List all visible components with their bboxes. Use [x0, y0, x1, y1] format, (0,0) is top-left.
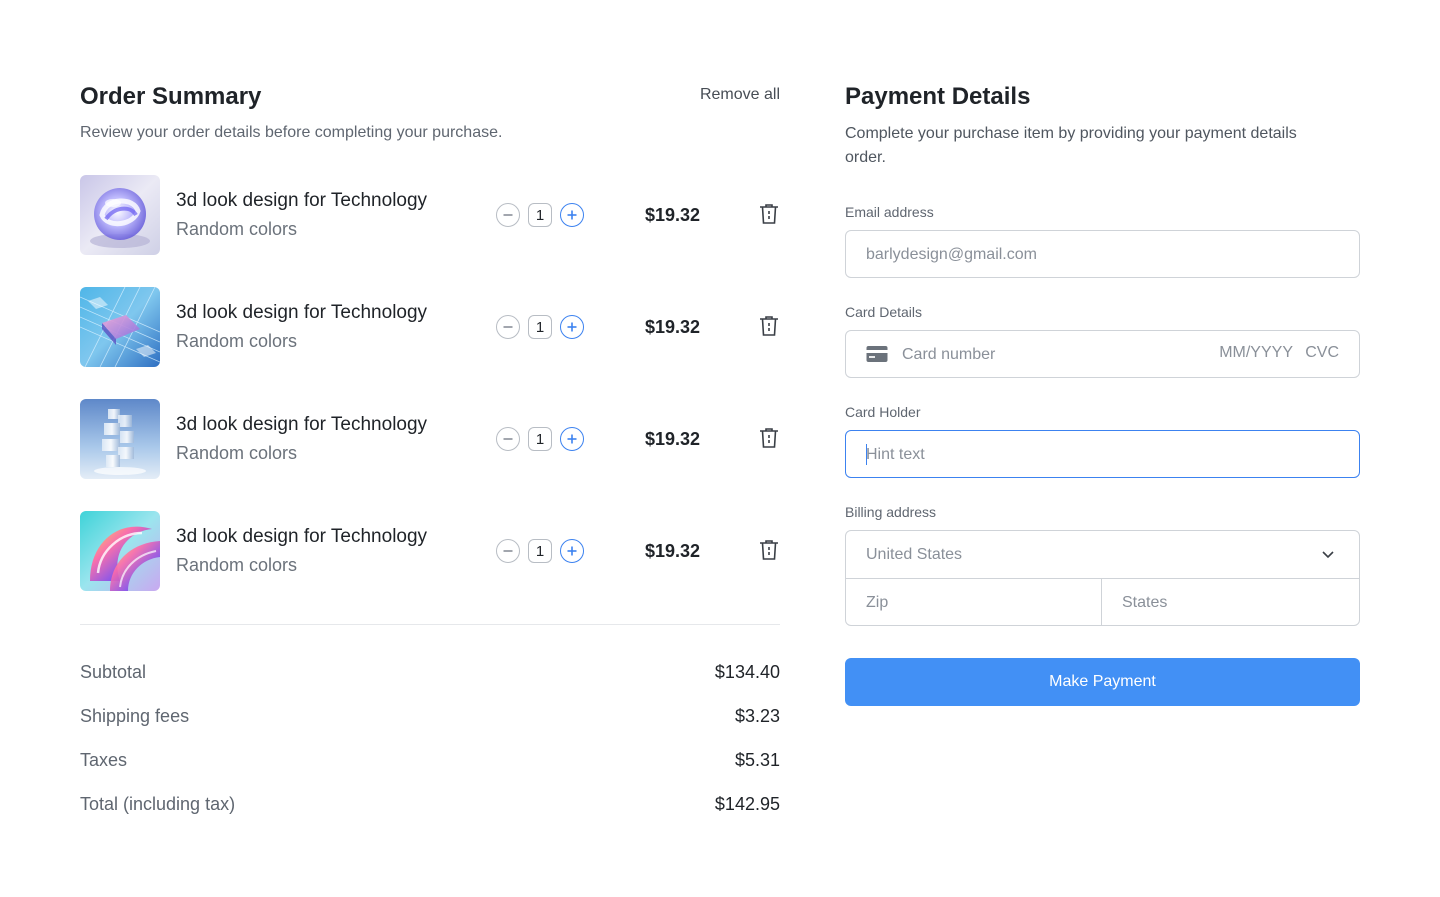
taxes-value: $5.31	[734, 750, 780, 770]
plus-icon	[567, 322, 577, 332]
states-placeholder: States	[1122, 594, 1168, 611]
taxes-label: Taxes	[80, 750, 128, 770]
billing-address-label: Billing address	[845, 504, 937, 520]
email-field[interactable]: barlydesign@gmail.com	[845, 230, 1360, 278]
minus-icon	[503, 438, 513, 440]
item-variant: Random colors	[176, 219, 298, 239]
plus-icon	[567, 210, 577, 220]
minus-icon	[503, 550, 513, 552]
order-totals: Subtotal $134.40 Shipping fees $3.23 Tax…	[80, 656, 780, 832]
card-number-placeholder[interactable]: Card number	[902, 344, 995, 366]
zip-placeholder: Zip	[866, 594, 889, 611]
quantity-stepper: 1	[496, 539, 584, 563]
cart-item: 3d look design for Technology Random col…	[80, 399, 780, 479]
country-value: United States	[866, 546, 963, 563]
remove-item-button[interactable]	[757, 203, 781, 227]
chevron-down-icon	[1322, 551, 1334, 559]
remove-all-button[interactable]: Remove all	[700, 86, 780, 104]
quantity-stepper: 1	[496, 427, 584, 451]
subtotal-row: Subtotal $134.40	[80, 656, 780, 700]
decrease-quantity-button[interactable]	[496, 315, 520, 339]
item-variant: Random colors	[176, 331, 298, 351]
minus-icon	[503, 326, 513, 328]
minus-icon	[503, 214, 513, 216]
item-name: 3d look design for Technology	[176, 302, 428, 323]
increase-quantity-button[interactable]	[560, 539, 584, 563]
increase-quantity-button[interactable]	[560, 427, 584, 451]
plus-icon	[567, 546, 577, 556]
country-select[interactable]: United States	[846, 531, 1359, 579]
item-variant: Random colors	[176, 443, 298, 463]
summary-divider	[80, 624, 780, 625]
plus-icon	[567, 434, 577, 444]
taxes-row: Taxes $5.31	[80, 744, 780, 788]
billing-address-group: United States Zip States	[845, 530, 1360, 626]
cart-item: 3d look design for Technology Random col…	[80, 175, 780, 255]
decrease-quantity-button[interactable]	[496, 427, 520, 451]
order-summary: Order Summary Remove all Review your ord…	[80, 80, 780, 623]
quantity-value[interactable]: 1	[528, 203, 552, 227]
order-summary-header: Order Summary Remove all	[80, 80, 780, 116]
zip-field[interactable]: Zip	[846, 579, 1102, 625]
item-price: $19.32	[644, 541, 700, 561]
card-holder-field[interactable]: Hint text	[845, 430, 1360, 478]
increase-quantity-button[interactable]	[560, 315, 584, 339]
card-details-field[interactable]: Card number MM/YYYY CVC	[845, 330, 1360, 378]
remove-item-button[interactable]	[757, 539, 781, 563]
trash-icon	[760, 316, 778, 336]
total-label: Total (including tax)	[80, 794, 236, 814]
cart-item: 3d look design for Technology Random col…	[80, 287, 780, 367]
total-row: Total (including tax) $142.95	[80, 788, 780, 832]
remove-item-button[interactable]	[757, 315, 781, 339]
item-price: $19.32	[644, 317, 700, 337]
shipping-label: Shipping fees	[80, 706, 190, 726]
glass-ring-image[interactable]	[80, 175, 160, 255]
trash-icon	[760, 204, 778, 224]
item-price: $19.32	[644, 429, 700, 449]
trash-icon	[760, 540, 778, 560]
states-field[interactable]: States	[1102, 579, 1359, 625]
payment-subtitle-line1: Complete your purchase item by providing…	[845, 125, 1297, 142]
payment-details: Payment Details Complete your purchase i…	[845, 80, 1360, 170]
cart-item: 3d look design for Technology Random col…	[80, 511, 780, 591]
card-expiry-placeholder[interactable]: MM/YYYY	[1219, 344, 1293, 362]
quantity-stepper: 1	[496, 203, 584, 227]
total-value: $142.95	[714, 794, 780, 814]
order-summary-subtitle: Review your order details before complet…	[80, 124, 503, 141]
make-payment-button[interactable]: Make Payment	[845, 658, 1360, 706]
decrease-quantity-button[interactable]	[496, 539, 520, 563]
trash-icon	[760, 428, 778, 448]
subtotal-label: Subtotal	[80, 662, 147, 682]
item-name: 3d look design for Technology	[176, 190, 428, 211]
item-price: $19.32	[644, 205, 700, 225]
card-holder-label: Card Holder	[845, 404, 921, 420]
item-name: 3d look design for Technology	[176, 414, 428, 435]
remove-item-button[interactable]	[757, 427, 781, 451]
shipping-row: Shipping fees $3.23	[80, 700, 780, 744]
card-cvc-placeholder[interactable]: CVC	[1305, 344, 1339, 362]
order-summary-title: Order Summary	[80, 83, 262, 110]
glass-tower-image[interactable]	[80, 399, 160, 479]
increase-quantity-button[interactable]	[560, 203, 584, 227]
card-details-label: Card Details	[845, 304, 923, 320]
quantity-value[interactable]: 1	[528, 315, 552, 339]
quantity-value[interactable]: 1	[528, 427, 552, 451]
decrease-quantity-button[interactable]	[496, 203, 520, 227]
payment-title: Payment Details	[845, 83, 1031, 110]
circuit-board-image[interactable]	[80, 287, 160, 367]
subtotal-value: $134.40	[714, 662, 780, 682]
payment-subtitle: Complete your purchase item by providing…	[845, 122, 1360, 170]
item-name: 3d look design for Technology	[176, 526, 428, 547]
cart-items-list: 3d look design for Technology Random col…	[80, 175, 780, 591]
shipping-value: $3.23	[734, 706, 780, 726]
credit-card-icon	[866, 346, 888, 362]
email-label: Email address	[845, 204, 934, 220]
payment-subtitle-line2: order.	[845, 149, 886, 166]
quantity-value[interactable]: 1	[528, 539, 552, 563]
card-holder-placeholder: Hint text	[866, 446, 925, 463]
quantity-stepper: 1	[496, 315, 584, 339]
item-variant: Random colors	[176, 555, 298, 575]
email-placeholder: barlydesign@gmail.com	[866, 246, 1037, 263]
iridescent-swirl-image[interactable]	[80, 511, 160, 591]
